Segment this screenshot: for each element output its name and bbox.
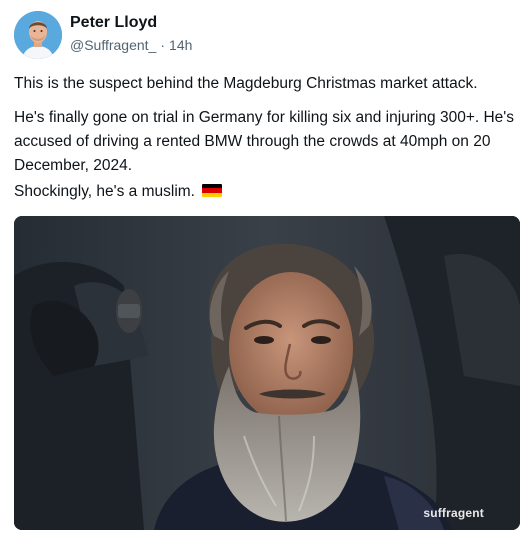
post-image[interactable]: suffragent <box>14 216 520 530</box>
author-avatar[interactable] <box>14 11 62 59</box>
germany-flag-icon <box>202 184 223 197</box>
social-post: Peter Lloyd @Suffragent_ · 14h This is the… <box>0 0 531 540</box>
author-name[interactable]: Peter Lloyd <box>70 14 157 32</box>
post-timestamp[interactable]: 14h <box>169 37 192 53</box>
author-meta: @Suffragent_ · 14h <box>70 37 192 53</box>
post-paragraph-1: This is the suspect behind the Magdeburg… <box>14 75 478 92</box>
post-paragraph-3-text: Shockingly, he's a muslim. <box>14 183 195 200</box>
meta-separator: · <box>160 37 166 53</box>
profile-avatar-icon <box>14 11 62 59</box>
media-watermark: suffragent <box>423 506 484 520</box>
post-paragraph-2: He's finally gone on trial in Germany fo… <box>14 109 515 174</box>
post-paragraph-3: Shockingly, he's a muslim. <box>14 180 524 204</box>
author-handle[interactable]: @Suffragent_ <box>70 37 156 53</box>
photo-bearded-man-in-court-icon <box>14 216 520 530</box>
